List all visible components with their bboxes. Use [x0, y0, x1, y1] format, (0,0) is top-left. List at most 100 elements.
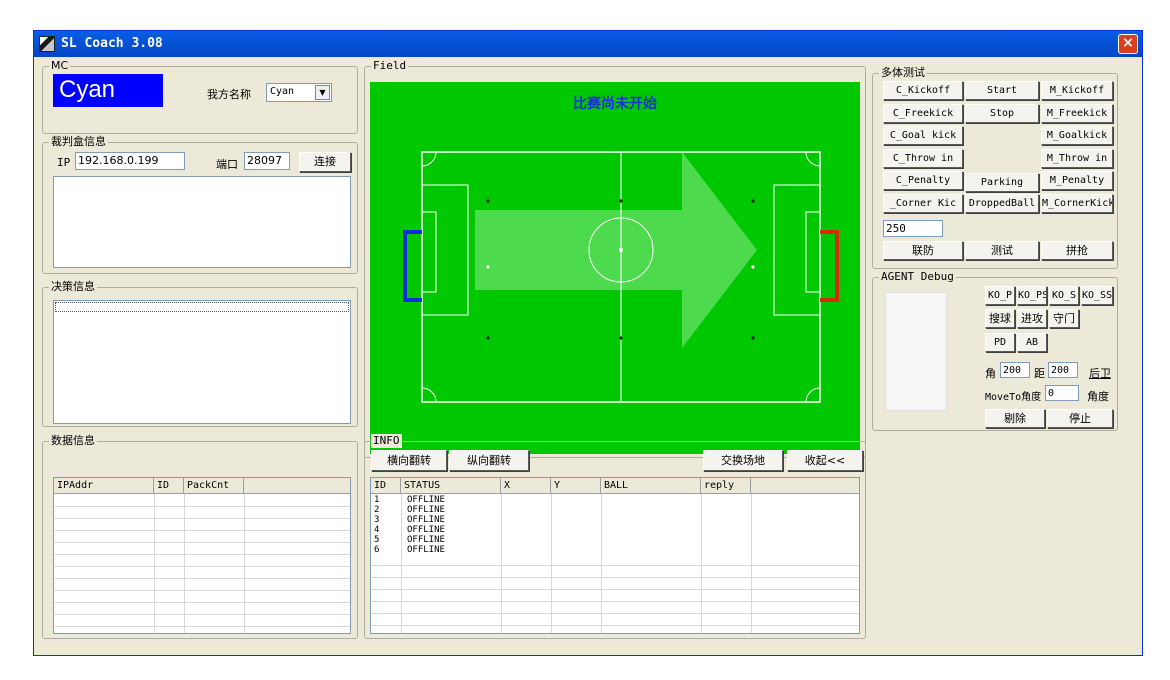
multi-test-group: 多体测试 C_Kickoff C_Freekick C_Goal kick C_…: [872, 66, 1118, 269]
column-header-packcnt[interactable]: PackCnt: [184, 478, 244, 493]
scramble-button[interactable]: 拼抢: [1041, 241, 1113, 260]
m-goalkick-button[interactable]: M_Goalkick: [1041, 126, 1113, 145]
column-header-ipaddr[interactable]: IPAddr: [54, 478, 154, 493]
center-spot: [619, 248, 623, 252]
start-button[interactable]: Start: [965, 81, 1039, 100]
info-group: INFO 横向翻转 纵向翻转 交换场地 收起<< ID STATUS X Y B…: [364, 434, 866, 639]
c-penalty-button[interactable]: C_Penalty: [883, 171, 963, 190]
table-row[interactable]: 3 OFFLINE: [371, 515, 859, 525]
test-value-field[interactable]: 250: [883, 220, 943, 237]
column-header-reply[interactable]: reply: [701, 478, 751, 493]
m-throwin-button[interactable]: M_Throw in: [1041, 149, 1113, 168]
referee-group: 裁判盒信息 IP 192.168.0.199 端口 28097 连接: [42, 135, 358, 274]
agent-list[interactable]: [885, 292, 947, 411]
table-row[interactable]: 6 OFFLINE: [371, 545, 859, 555]
ab-button[interactable]: AB: [1017, 333, 1047, 352]
right-penalty-area: [773, 184, 821, 316]
test-button[interactable]: 测试: [965, 241, 1039, 260]
distance-label: 距: [1034, 367, 1045, 380]
port-label: 端口: [216, 158, 238, 171]
port-field[interactable]: 28097: [244, 152, 290, 170]
left-goal-area: [421, 211, 437, 293]
collapse-button[interactable]: 收起<<: [787, 450, 863, 471]
field-canvas[interactable]: 比赛尚未开始: [370, 82, 860, 454]
connect-button[interactable]: 连接: [299, 152, 351, 172]
left-goal: [403, 230, 422, 302]
angle-field[interactable]: 200: [1000, 362, 1030, 378]
c-throwin-button[interactable]: C_Throw in: [883, 149, 963, 168]
stop-agent-button[interactable]: 停止: [1047, 409, 1113, 428]
attack-button[interactable]: 进攻: [1017, 309, 1047, 328]
team-color-text: Cyan: [59, 76, 116, 103]
data-info-header: IPAddr ID PackCnt: [54, 478, 350, 494]
row-id: 4: [374, 525, 380, 535]
table-row[interactable]: 5 OFFLINE: [371, 535, 859, 545]
field-group: Field 比赛尚未开始: [364, 59, 866, 458]
column-header-ball[interactable]: BALL: [601, 478, 701, 493]
m-penalty-button[interactable]: M_Penalty: [1041, 171, 1113, 190]
column-header-x[interactable]: X: [501, 478, 551, 493]
distance-field[interactable]: 200: [1048, 362, 1078, 378]
table-row[interactable]: 1 OFFLINE: [371, 495, 859, 505]
flip-horizontal-button[interactable]: 横向翻转: [371, 450, 447, 471]
remove-button[interactable]: 剔除: [985, 409, 1045, 428]
stop-button[interactable]: Stop: [965, 104, 1039, 123]
ip-field[interactable]: 192.168.0.199: [75, 152, 185, 170]
swap-field-button[interactable]: 交换场地: [703, 450, 783, 471]
team-select[interactable]: Cyan ▼: [266, 83, 332, 102]
corner-arc-bl: [421, 387, 437, 403]
goalkeeper-button[interactable]: 守门: [1049, 309, 1079, 328]
row-id: 3: [374, 515, 380, 525]
column-header-y[interactable]: Y: [551, 478, 601, 493]
ko-s-button[interactable]: KO_S: [1049, 286, 1079, 305]
ko-p-button[interactable]: KO_P: [985, 286, 1015, 305]
column-header-id[interactable]: ID: [371, 478, 401, 493]
ko-ss-button[interactable]: KO_SS: [1081, 286, 1113, 305]
parking-button[interactable]: Parking: [965, 173, 1039, 192]
pitch-drawing: [403, 151, 839, 403]
search-ball-button[interactable]: 搜球: [985, 309, 1015, 328]
c-corner-kick-button[interactable]: _Corner Kic: [883, 194, 963, 213]
team-color-display: Cyan: [53, 74, 163, 107]
m-freekick-button[interactable]: M_Freekick: [1041, 104, 1113, 123]
close-icon[interactable]: ×: [1118, 34, 1138, 54]
table-row[interactable]: 2 OFFLINE: [371, 505, 859, 515]
decision-legend: 决策信息: [49, 280, 97, 294]
data-info-group: 数据信息 IPAddr ID PackCnt: [42, 434, 358, 639]
column-header-status[interactable]: STATUS: [401, 478, 501, 493]
m-corner-kick-button[interactable]: M_CornerKick: [1041, 194, 1113, 213]
right-goal: [820, 230, 839, 302]
corner-arc-br: [805, 387, 821, 403]
referee-legend: 裁判盒信息: [49, 135, 108, 149]
app-icon: [39, 36, 55, 52]
m-kickoff-button[interactable]: M_Kickoff: [1041, 81, 1113, 100]
right-goal-area: [805, 211, 821, 293]
table-row[interactable]: 4 OFFLINE: [371, 525, 859, 535]
row-status: OFFLINE: [407, 525, 445, 535]
window-title: SL Coach 3.08: [61, 36, 163, 51]
referee-log: [53, 176, 351, 268]
decision-group: 决策信息: [42, 280, 358, 427]
decision-log-header: [55, 302, 349, 312]
ip-label: IP: [57, 156, 71, 169]
ko-ps-button[interactable]: KO_PS: [1017, 286, 1047, 305]
c-kickoff-button[interactable]: C_Kickoff: [883, 81, 963, 100]
row-status: OFFLINE: [407, 495, 445, 505]
robot-status-header: ID STATUS X Y BALL reply: [371, 478, 859, 494]
flip-vertical-button[interactable]: 纵向翻转: [449, 450, 529, 471]
pd-button[interactable]: PD: [985, 333, 1015, 352]
c-freekick-button[interactable]: C_Freekick: [883, 104, 963, 123]
corner-arc-tr: [805, 151, 821, 167]
moveto-angle-field[interactable]: 0: [1045, 385, 1079, 401]
left-penalty-area: [421, 184, 469, 316]
angle-action-button[interactable]: 角度: [1087, 388, 1109, 404]
chevron-down-icon[interactable]: ▼: [315, 85, 330, 100]
column-header-id[interactable]: ID: [154, 478, 184, 493]
team-select-value: Cyan: [270, 86, 295, 97]
dropped-ball-button[interactable]: DroppedBall: [965, 194, 1039, 213]
back-button[interactable]: 后卫: [1089, 365, 1111, 381]
defense-button[interactable]: 联防: [883, 241, 963, 260]
c-goalkick-button[interactable]: C_Goal kick: [883, 126, 963, 145]
agent-debug-group: AGENT Debug KO_P KO_PS KO_S KO_SS 搜球 进攻 …: [872, 270, 1118, 431]
row-id: 6: [374, 545, 380, 555]
